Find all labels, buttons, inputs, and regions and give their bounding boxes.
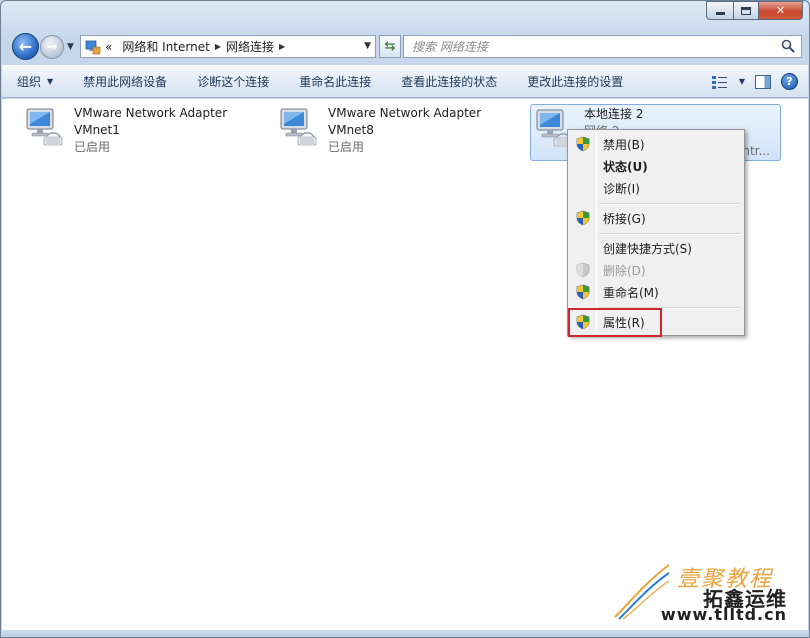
- network-adapter-icon: [278, 105, 322, 149]
- refresh-button[interactable]: ⇆: [379, 35, 401, 58]
- menu-item-delete: 删除(D): [570, 259, 742, 281]
- properties-highlight-box: [568, 308, 662, 337]
- menu-separator: [599, 203, 740, 205]
- menu-item-rename[interactable]: 重命名(M): [570, 281, 742, 303]
- chevron-down-icon: ▼: [47, 77, 54, 86]
- help-icon[interactable]: ?: [781, 73, 798, 90]
- shield-disabled-icon: [575, 262, 591, 278]
- connection-item-vmnet8[interactable]: VMware Network Adapter VMnet8 已启用: [278, 105, 481, 156]
- address-dropdown-icon[interactable]: ▼: [364, 41, 371, 51]
- search-icon[interactable]: [781, 39, 795, 53]
- context-menu: 禁用(B) 状态(U) 诊断(I) 桥接(G) 创建快捷方式(S) 删除(D) …: [567, 129, 745, 336]
- menu-item-status[interactable]: 状态(U): [570, 155, 742, 177]
- refresh-icon: ⇆: [384, 39, 396, 54]
- connection-item-vmnet1[interactable]: VMware Network Adapter VMnet1 已启用: [24, 105, 227, 156]
- back-arrow-icon: ←: [18, 37, 33, 56]
- maximize-button[interactable]: [733, 1, 758, 20]
- explorer-window: ✕ ← → ▼ « 网络和 Internet ▶ 网络连接 ▶ ▼ ⇆ 搜索 网…: [0, 0, 810, 638]
- connection-text: VMware Network Adapter VMnet1 已启用: [74, 105, 227, 156]
- organize-button[interactable]: 组织 ▼: [2, 66, 68, 97]
- menu-item-disable[interactable]: 禁用(B): [570, 133, 742, 155]
- view-status-button[interactable]: 查看此连接的状态: [386, 66, 512, 97]
- disable-device-button[interactable]: 禁用此网络设备: [68, 66, 182, 97]
- breadcrumb-network-connections[interactable]: 网络连接: [226, 38, 274, 55]
- menu-item-bridge[interactable]: 桥接(G): [570, 207, 742, 229]
- minimize-icon: [715, 12, 725, 15]
- change-view-icon[interactable]: [711, 75, 729, 89]
- watermark-url: www.tlltd.cn: [660, 605, 787, 624]
- window-bottom-frame: [1, 630, 809, 637]
- network-adapter-icon: [24, 105, 68, 149]
- breadcrumb-chevron-icon[interactable]: ▶: [279, 42, 285, 51]
- recent-pages-dropdown-icon[interactable]: ▼: [67, 42, 74, 52]
- connection-name: VMware Network Adapter: [74, 106, 228, 120]
- address-bar[interactable]: « 网络和 Internet ▶ 网络连接 ▶ ▼: [80, 35, 376, 58]
- minimize-button[interactable]: [706, 1, 733, 20]
- shield-icon: [575, 136, 591, 152]
- close-button[interactable]: ✕: [758, 1, 803, 20]
- forward-arrow-icon: →: [46, 39, 58, 55]
- network-folder-icon: [85, 40, 101, 54]
- menu-separator: [599, 233, 740, 235]
- connection-status: 已启用: [74, 140, 111, 154]
- breadcrumb-network-internet[interactable]: 网络和 Internet: [122, 38, 209, 55]
- search-input[interactable]: 搜索 网络连接: [403, 35, 802, 58]
- maximize-icon: [741, 6, 751, 15]
- connection-subname: VMnet8: [328, 123, 374, 137]
- shield-icon: [575, 284, 591, 300]
- connection-subname: VMnet1: [74, 123, 120, 137]
- connection-text: VMware Network Adapter VMnet8 已启用: [328, 105, 481, 156]
- command-bar: 组织 ▼ 禁用此网络设备 诊断这个连接 重命名此连接 查看此连接的状态 更改此连接…: [2, 65, 808, 98]
- close-icon: ✕: [775, 4, 786, 17]
- command-bar-right: ▼ ?: [711, 73, 798, 90]
- navigation-bar: ← → ▼ « 网络和 Internet ▶ 网络连接 ▶ ▼ ⇆ 搜索 网络连…: [10, 33, 802, 60]
- menu-item-diagnose[interactable]: 诊断(I): [570, 177, 742, 199]
- back-button[interactable]: ←: [12, 33, 39, 60]
- preview-pane-icon[interactable]: [755, 74, 771, 89]
- diagnose-button[interactable]: 诊断这个连接: [182, 66, 284, 97]
- connection-name: VMware Network Adapter: [328, 106, 482, 120]
- menu-item-create-shortcut[interactable]: 创建快捷方式(S): [570, 237, 742, 259]
- breadcrumb-chevron-icon[interactable]: ▶: [215, 42, 221, 51]
- connection-status: 已启用: [328, 140, 365, 154]
- change-settings-button[interactable]: 更改此连接的设置: [512, 66, 638, 97]
- shield-icon: [575, 210, 591, 226]
- forward-button[interactable]: →: [40, 35, 64, 59]
- search-placeholder: 搜索 网络连接: [412, 40, 488, 54]
- connection-name: 本地连接 2: [584, 107, 644, 121]
- caption-buttons: ✕: [706, 1, 803, 20]
- rename-connection-button[interactable]: 重命名此连接: [284, 66, 386, 97]
- watermark: 壹聚教程 拓鑫运维 www.tlltd.cn: [605, 557, 795, 627]
- view-options-dropdown-icon[interactable]: ▼: [739, 77, 745, 86]
- address-overflow[interactable]: «: [105, 40, 112, 54]
